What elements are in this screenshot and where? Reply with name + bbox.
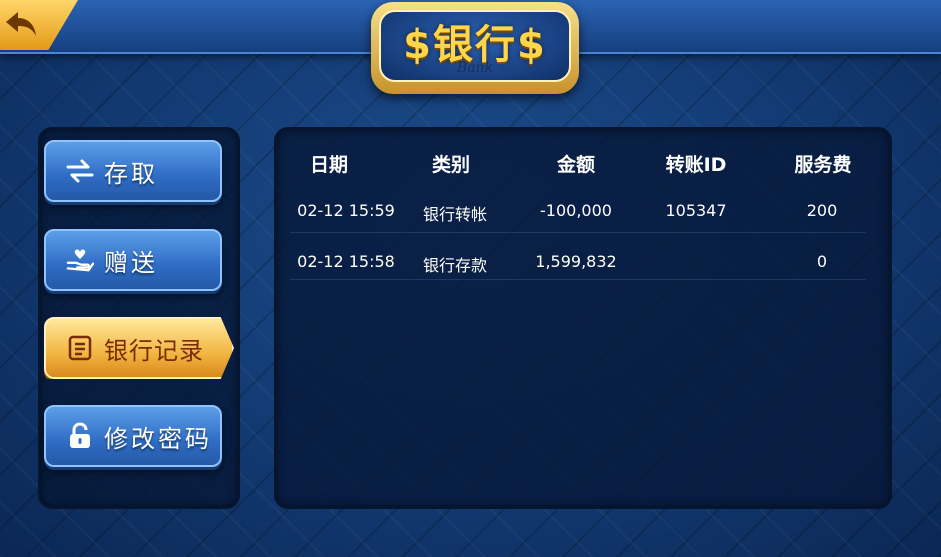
- gift-hand-icon: [66, 246, 94, 274]
- menu-label-bank-records: 银行记录: [104, 336, 204, 365]
- column-header-service-fee: 服务费: [794, 154, 852, 176]
- cell-date: 02-12 15:58: [297, 252, 395, 271]
- cell-service-fee: 200: [806, 201, 838, 220]
- cell-amount: -100,000: [540, 201, 612, 220]
- back-arrow-icon: [6, 12, 36, 36]
- cell-service-fee: 0: [816, 252, 828, 271]
- cell-transfer-id: 105347: [665, 201, 727, 220]
- page-subtitle: Bank: [456, 60, 494, 76]
- transfer-arrows-icon: [66, 157, 94, 185]
- menu-label-gift: 赠送: [104, 248, 158, 277]
- cell-amount: 1,599,832: [535, 252, 617, 271]
- cell-category: 银行存款: [422, 256, 488, 275]
- lock-icon: [66, 422, 94, 450]
- menu-button-bank-records[interactable]: 银行记录: [44, 317, 234, 379]
- menu-label-deposit-withdraw: 存取: [104, 159, 158, 188]
- column-header-transfer-id: 转账ID: [665, 154, 727, 176]
- menu-button-gift[interactable]: 赠送: [44, 229, 222, 291]
- menu-button-change-password[interactable]: 修改密码: [44, 405, 222, 467]
- records-panel: [274, 127, 892, 509]
- column-header-date: 日期: [309, 154, 349, 176]
- bank-title-plaque: $银行$ Bank: [371, 2, 579, 94]
- cell-category: 银行转帐: [422, 205, 488, 224]
- menu-button-deposit-withdraw[interactable]: 存取: [44, 140, 222, 202]
- menu-label-change-password: 修改密码: [104, 424, 212, 453]
- cell-date: 02-12 15:59: [297, 201, 395, 220]
- record-list-icon: [66, 334, 94, 362]
- column-header-amount: 金额: [556, 154, 596, 176]
- column-header-category: 类别: [431, 154, 471, 176]
